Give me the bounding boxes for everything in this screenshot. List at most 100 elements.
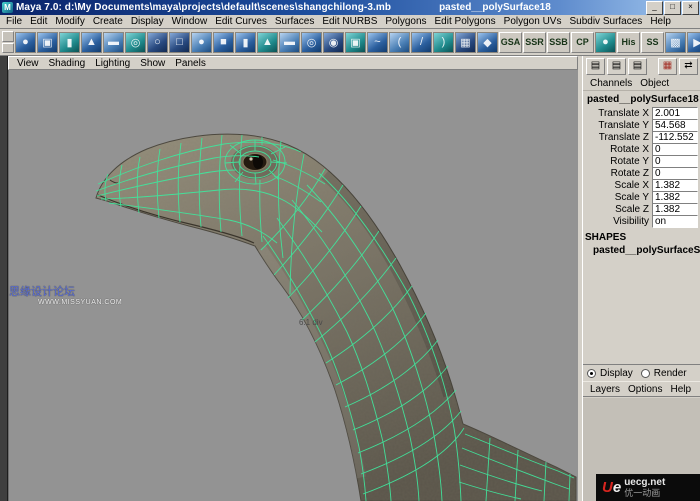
shelf-ssr-button[interactable]: SSR <box>523 32 546 53</box>
site-logo: Ue uecg.net 优一动画 <box>596 474 700 501</box>
menu-edit-curves[interactable]: Edit Curves <box>211 16 271 27</box>
menu-window[interactable]: Window <box>168 16 212 27</box>
history-toggle-icon[interactable]: ● <box>595 32 616 53</box>
nurbs-circle-icon[interactable]: ○ <box>147 32 168 53</box>
render-radio[interactable] <box>641 369 650 378</box>
panel-menu-shading[interactable]: Shading <box>44 58 91 69</box>
channel-value-field[interactable]: on <box>652 215 698 228</box>
shelf-tab-up-icon[interactable] <box>2 31 14 42</box>
perspective-viewport: ViewShadingLightingShowPanels <box>8 56 578 501</box>
poly-sphere-icon[interactable]: ● <box>191 32 212 53</box>
shape-node-name[interactable]: pasted__polySurfaceSha <box>583 243 700 256</box>
shelf-tab-selector[interactable] <box>2 31 14 53</box>
options-menu[interactable]: Options <box>624 384 666 395</box>
speed-toggle-icon[interactable]: ⇄ <box>679 58 698 75</box>
channels-menu[interactable]: Channels <box>586 78 636 89</box>
ep-curve-icon[interactable]: ( <box>389 32 410 53</box>
channel-list-icon-3[interactable]: ▤ <box>628 58 647 75</box>
logo-sub-text: 优一动画 <box>624 488 665 498</box>
channel-label: Rotate Y <box>585 156 652 167</box>
nurbs-square-icon[interactable]: □ <box>169 32 190 53</box>
channel-rows: Translate X2.001Translate Y54.568Transla… <box>583 107 700 227</box>
channel-row: Visibilityon <box>585 215 698 227</box>
shapes-header: SHAPES <box>583 227 700 243</box>
toolbox-strip[interactable] <box>0 56 8 501</box>
shelf-gsa-button[interactable]: GSA <box>499 32 522 53</box>
shelf-ssb-button[interactable]: SSB <box>547 32 570 53</box>
poly-cube-icon[interactable]: ■ <box>213 32 234 53</box>
perspective-view <box>9 70 578 501</box>
channel-label: Rotate X <box>585 144 652 155</box>
layers-menu[interactable]: Layers <box>586 384 624 395</box>
render-radio-label[interactable]: Render <box>654 368 687 379</box>
channel-row: Rotate Z0 <box>585 167 698 179</box>
nurbs-cylinder-icon[interactable]: ▮ <box>59 32 80 53</box>
menu-help[interactable]: Help <box>646 16 675 27</box>
poly-cylinder-icon[interactable]: ▮ <box>235 32 256 53</box>
viewport-canvas[interactable]: 6.1 div <box>8 70 578 501</box>
close-button[interactable]: × <box>682 1 699 15</box>
channel-list-icon-2[interactable]: ▤ <box>607 58 626 75</box>
menu-display[interactable]: Display <box>127 16 168 27</box>
menu-edit[interactable]: Edit <box>26 16 51 27</box>
nurbs-sphere-icon[interactable]: ● <box>15 32 36 53</box>
subdiv-sphere-icon[interactable]: ◉ <box>323 32 344 53</box>
watermark-url: WWW.MISSYUAN.COM <box>38 299 122 306</box>
ipr-render-icon[interactable]: ▶ <box>687 32 700 53</box>
channel-label: Translate Y <box>585 120 652 131</box>
menu-surfaces[interactable]: Surfaces <box>271 16 318 27</box>
menu-file[interactable]: File <box>2 16 26 27</box>
display-radio[interactable] <box>587 369 596 378</box>
maya-app-icon: M <box>2 2 13 13</box>
maximize-button[interactable]: □ <box>664 1 681 15</box>
display-radio-label[interactable]: Display <box>600 368 633 379</box>
maya-application-window: M Maya 7.0: d:\My Documents\maya\project… <box>0 0 700 501</box>
nurbs-cube-icon[interactable]: ▣ <box>37 32 58 53</box>
arc-tool-icon[interactable]: ) <box>433 32 454 53</box>
cluster-icon[interactable]: ◆ <box>477 32 498 53</box>
panel-menu-show[interactable]: Show <box>135 58 170 69</box>
shelf-his-button[interactable]: His <box>617 32 640 53</box>
object-menu[interactable]: Object <box>636 78 673 89</box>
shelf: ●▣▮▲▬◎○□●■▮▲▬◎◉▣~(/)▦◆GSASSRSSBCP●HisSS▩… <box>0 29 700 56</box>
poly-torus-icon[interactable]: ◎ <box>301 32 322 53</box>
channel-row: Scale Z1.382 <box>585 203 698 215</box>
manipulator-icon[interactable]: ▦ <box>658 58 677 75</box>
pencil-curve-icon[interactable]: / <box>411 32 432 53</box>
panel-menu-view[interactable]: View <box>12 58 44 69</box>
shelf-cp-button[interactable]: CP <box>571 32 594 53</box>
menu-edit-polygons[interactable]: Edit Polygons <box>431 16 500 27</box>
lattice-icon[interactable]: ▦ <box>455 32 476 53</box>
help-menu[interactable]: Help <box>666 384 695 395</box>
panel-menu-lighting[interactable]: Lighting <box>90 58 135 69</box>
window-title: Maya 7.0: d:\My Documents\maya\projects\… <box>16 2 391 13</box>
minimize-button[interactable]: _ <box>646 1 663 15</box>
nurbs-cone-icon[interactable]: ▲ <box>81 32 102 53</box>
shelf-tab-down-icon[interactable] <box>2 43 14 54</box>
channel-label: Translate X <box>585 108 652 119</box>
channel-box-menus: Channels Object <box>583 76 700 91</box>
menu-polygons[interactable]: Polygons <box>381 16 430 27</box>
channel-row: Translate Z-112.552 <box>585 131 698 143</box>
nurbs-plane-icon[interactable]: ▬ <box>103 32 124 53</box>
menu-polygon-uvs[interactable]: Polygon UVs <box>500 16 566 27</box>
shelf-ss-button[interactable]: SS <box>641 32 664 53</box>
channel-label: Scale X <box>585 180 652 191</box>
poly-plane-icon[interactable]: ▬ <box>279 32 300 53</box>
subdiv-cube-icon[interactable]: ▣ <box>345 32 366 53</box>
nurbs-torus-icon[interactable]: ◎ <box>125 32 146 53</box>
render-globals-icon[interactable]: ▩ <box>665 32 686 53</box>
menu-create[interactable]: Create <box>89 16 127 27</box>
channel-list-icon-1[interactable]: ▤ <box>586 58 605 75</box>
menubar: FileEditModifyCreateDisplayWindowEdit Cu… <box>0 15 700 29</box>
menu-edit-nurbs[interactable]: Edit NURBS <box>318 16 381 27</box>
channel-row: Rotate Y0 <box>585 155 698 167</box>
channel-row: Scale Y1.382 <box>585 191 698 203</box>
panel-menu-panels[interactable]: Panels <box>170 58 211 69</box>
poly-cone-icon[interactable]: ▲ <box>257 32 278 53</box>
viewport-menubar: ViewShadingLightingShowPanels <box>8 56 578 70</box>
menu-subdiv-surfaces[interactable]: Subdiv Surfaces <box>565 16 646 27</box>
cv-curve-icon[interactable]: ~ <box>367 32 388 53</box>
menu-modify[interactable]: Modify <box>51 16 88 27</box>
selected-object-name[interactable]: pasted__polySurface18 <box>583 91 700 107</box>
